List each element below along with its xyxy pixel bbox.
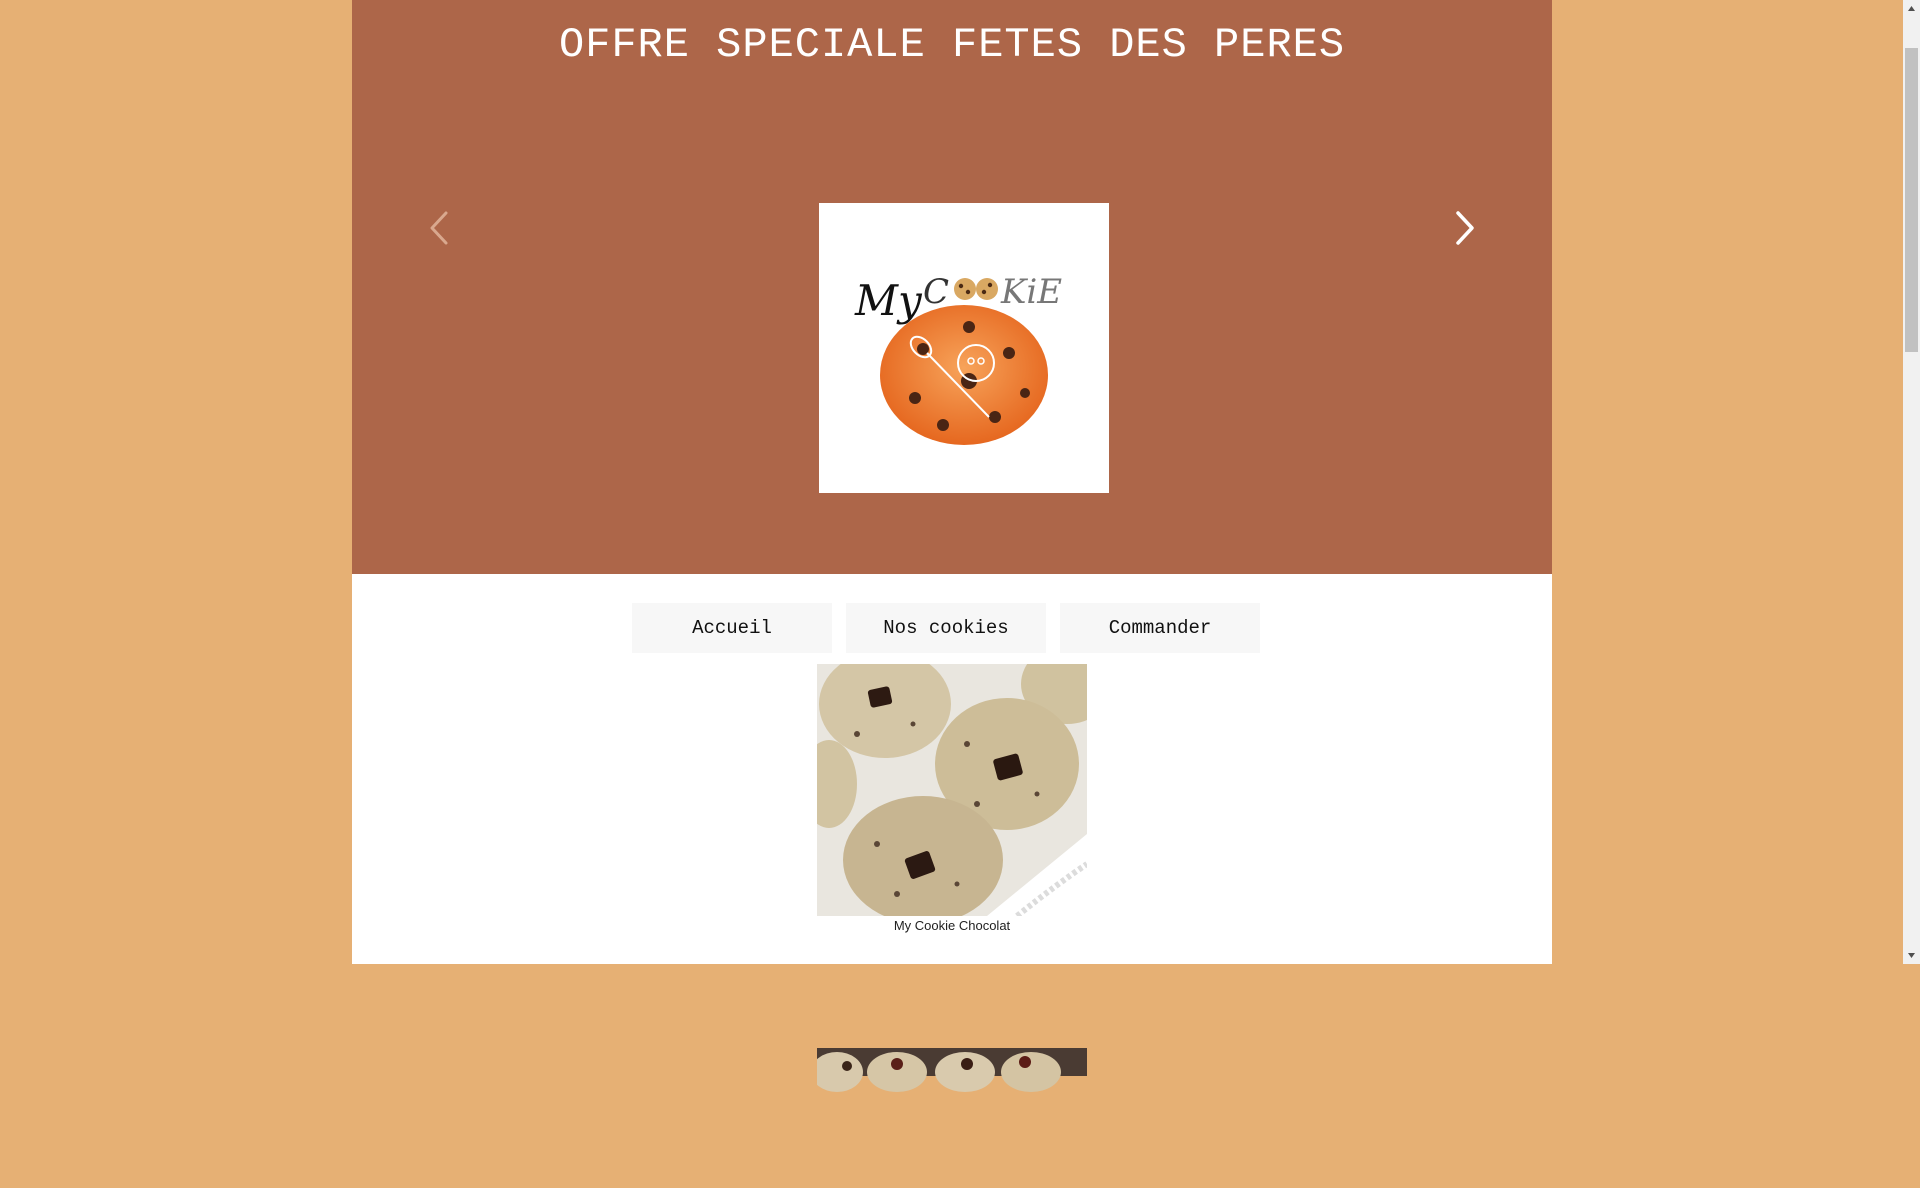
scroll-down-button[interactable] bbox=[1903, 947, 1920, 964]
svg-text:C: C bbox=[923, 272, 949, 312]
product-image[interactable] bbox=[817, 664, 1087, 916]
product-image[interactable] bbox=[817, 936, 1087, 1188]
product-card: My Cookie Chocolat bbox=[817, 664, 1087, 936]
scrollbar-thumb[interactable] bbox=[1905, 48, 1918, 352]
scroll-down-arrow-icon bbox=[1908, 953, 1915, 958]
nav-commander-button[interactable]: Commander bbox=[1060, 603, 1260, 653]
carousel-next-button[interactable] bbox=[1444, 205, 1484, 251]
nav-accueil-button[interactable]: Accueil bbox=[632, 603, 832, 653]
page-container: OFFRE SPECIALE FETES DES PERES My C KiE bbox=[352, 0, 1552, 1092]
nav-nos-cookies-button[interactable]: Nos cookies bbox=[846, 603, 1046, 653]
svg-text:My: My bbox=[854, 276, 923, 325]
chevron-left-icon bbox=[430, 211, 448, 245]
banner-title: OFFRE SPECIALE FETES DES PERES bbox=[558, 21, 1346, 69]
promo-banner: OFFRE SPECIALE FETES DES PERES My C KiE bbox=[352, 0, 1552, 574]
product-caption: My Cookie Chocolat bbox=[893, 918, 1011, 933]
carousel-prev-button[interactable] bbox=[420, 205, 460, 251]
scroll-up-arrow-icon bbox=[1908, 6, 1915, 11]
vertical-scrollbar[interactable] bbox=[1903, 0, 1920, 964]
carousel-slide: My C KiE bbox=[819, 203, 1109, 493]
chevron-right-icon bbox=[1456, 211, 1474, 245]
product-card bbox=[817, 936, 1087, 1188]
scroll-up-button[interactable] bbox=[1903, 0, 1920, 17]
mycookie-logo: My C KiE bbox=[819, 203, 1109, 493]
main-nav: Accueil Nos cookies Commander bbox=[352, 603, 1552, 653]
svg-text:KiE: KiE bbox=[1000, 272, 1062, 312]
